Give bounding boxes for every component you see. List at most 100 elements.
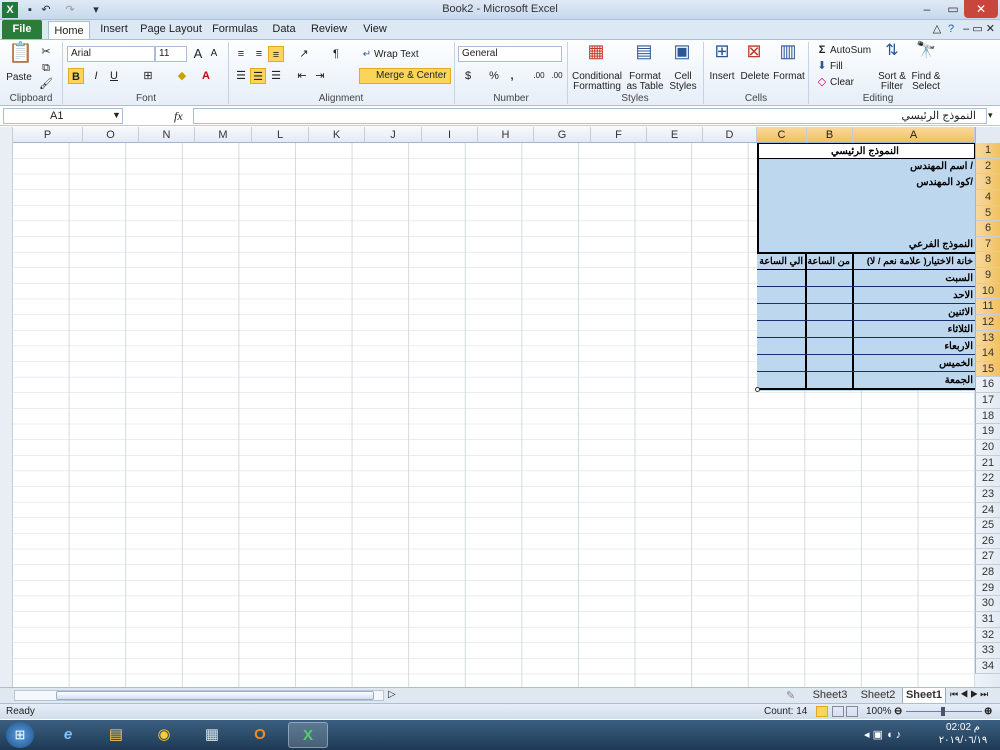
- expand-formula-icon[interactable]: ▾: [988, 110, 993, 121]
- clear-button[interactable]: Clear: [830, 77, 860, 88]
- column-header[interactable]: I: [422, 127, 478, 143]
- row-header[interactable]: 12: [975, 314, 1000, 331]
- tab-data[interactable]: Data: [268, 20, 300, 39]
- cell-a9[interactable]: السبت: [854, 271, 975, 286]
- tray-icons[interactable]: ◂ ▣ ◖ ♪: [864, 728, 901, 741]
- zoom-thumb[interactable]: [941, 707, 945, 716]
- row-header[interactable]: 1: [975, 143, 1000, 159]
- cell-styles-icon[interactable]: ▣: [670, 42, 694, 68]
- row-header[interactable]: 30: [975, 596, 1000, 612]
- autosum-button[interactable]: AutoSum: [830, 45, 874, 56]
- minimize-button[interactable]: –: [914, 0, 940, 18]
- selected-range[interactable]: النموذج الرئيسي اسم المهندس / كود المهند…: [755, 143, 975, 392]
- column-header[interactable]: E: [647, 127, 703, 143]
- cell-a13[interactable]: الاربعاء: [854, 339, 975, 354]
- delete-cells-button[interactable]: Delete: [738, 71, 772, 82]
- zoom-out-icon[interactable]: ⊖: [894, 704, 902, 719]
- tab-insert[interactable]: Insert: [96, 20, 132, 39]
- scroll-thumb[interactable]: [56, 691, 374, 700]
- sort-filter-label-2[interactable]: Filter: [876, 81, 908, 92]
- increase-decimal-button[interactable]: .00: [530, 68, 548, 84]
- column-header[interactable]: D: [703, 127, 757, 143]
- cell-a8[interactable]: خانة الاختيار( علامة نعم / لا): [854, 254, 975, 269]
- sheet-nav-icon[interactable]: ⏮◀▶⏭: [950, 689, 998, 700]
- wrap-text-button[interactable]: Wrap Text: [374, 49, 424, 60]
- column-header[interactable]: H: [478, 127, 534, 143]
- column-header[interactable]: F: [591, 127, 647, 143]
- fill-button[interactable]: Fill: [830, 61, 860, 72]
- name-box-dropdown-icon[interactable]: ▼: [112, 110, 121, 120]
- row-header[interactable]: 4: [975, 189, 1000, 206]
- page-layout-view-icon[interactable]: [832, 706, 844, 717]
- decrease-decimal-button[interactable]: .00: [548, 68, 566, 84]
- clear-icon[interactable]: ◇: [814, 74, 830, 90]
- zoom-in-icon[interactable]: ⊕: [984, 704, 992, 719]
- decrease-indent-icon[interactable]: ⇤: [294, 68, 310, 84]
- close-button[interactable]: ✕: [964, 0, 998, 18]
- insert-cells-icon[interactable]: ⊞: [710, 42, 734, 68]
- row-header[interactable]: 29: [975, 580, 1000, 597]
- calculator-icon[interactable]: ▦: [192, 722, 232, 748]
- column-header[interactable]: P: [13, 127, 83, 143]
- align-center-icon[interactable]: ☰: [250, 68, 266, 84]
- name-box[interactable]: A1: [3, 108, 123, 124]
- italic-button[interactable]: I: [88, 68, 104, 84]
- sheet-tab-active[interactable]: Sheet1: [902, 688, 946, 704]
- orientation-icon[interactable]: ↗: [296, 46, 312, 62]
- text-direction-icon[interactable]: ¶: [328, 46, 344, 62]
- normal-view-icon[interactable]: [816, 706, 828, 717]
- fill-handle[interactable]: [755, 387, 760, 392]
- shrink-font-button[interactable]: A: [206, 46, 222, 62]
- align-bottom-icon[interactable]: ≡: [268, 46, 284, 62]
- minimize-ribbon-icon[interactable]: △: [930, 20, 944, 39]
- conditional-formatting-icon[interactable]: ▦: [584, 42, 608, 68]
- row-header[interactable]: 8: [975, 252, 1000, 269]
- row-header[interactable]: 26: [975, 533, 1000, 550]
- scroll-arrow-icon[interactable]: ▷: [388, 689, 396, 700]
- row-header[interactable]: 2: [975, 158, 1000, 175]
- column-header[interactable]: B: [807, 127, 853, 143]
- tab-home[interactable]: Home: [48, 21, 90, 40]
- align-left-icon[interactable]: ☰: [233, 68, 249, 84]
- column-header[interactable]: G: [534, 127, 591, 143]
- row-header[interactable]: 20: [975, 440, 1000, 456]
- cell-a3[interactable]: كود المهندس/: [817, 175, 975, 190]
- percent-style-button[interactable]: %: [486, 68, 502, 84]
- row-header[interactable]: 7: [975, 236, 1000, 253]
- tab-view[interactable]: View: [358, 20, 392, 39]
- insert-function-button[interactable]: fx: [174, 109, 183, 124]
- font-color-icon[interactable]: A: [198, 68, 214, 84]
- cell-a2[interactable]: اسم المهندس /: [817, 159, 975, 174]
- format-cells-button[interactable]: Format: [772, 71, 806, 82]
- autosum-icon[interactable]: Σ: [814, 42, 830, 58]
- paste-icon[interactable]: 📋: [8, 43, 33, 68]
- zoom-level[interactable]: 100%: [866, 704, 892, 719]
- start-button-icon[interactable]: ⊞: [6, 722, 34, 748]
- cell-c8[interactable]: الي الساعة: [758, 254, 805, 269]
- cell-a11[interactable]: الاثنين: [854, 305, 975, 320]
- cell-a10[interactable]: الاحد: [854, 288, 975, 303]
- row-header[interactable]: 10: [975, 283, 1000, 300]
- row-header[interactable]: 6: [975, 221, 1000, 237]
- row-header[interactable]: 13: [975, 330, 1000, 347]
- row-header[interactable]: 16: [975, 377, 1000, 394]
- row-header[interactable]: 17: [975, 393, 1000, 409]
- bold-button[interactable]: B: [68, 68, 84, 84]
- grow-font-button[interactable]: A: [190, 46, 206, 62]
- sort-filter-icon[interactable]: ⇅: [880, 42, 904, 66]
- cell-b8[interactable]: من الساعة: [807, 254, 852, 269]
- wrap-text-icon[interactable]: ↵: [360, 46, 374, 60]
- column-header[interactable]: A: [853, 127, 975, 143]
- row-header[interactable]: 27: [975, 549, 1000, 566]
- cut-icon[interactable]: ✂: [38, 44, 54, 60]
- tab-file[interactable]: File: [2, 20, 42, 39]
- row-header[interactable]: 15: [975, 361, 1000, 378]
- cell-a12[interactable]: الثلاثاء: [854, 322, 975, 337]
- insert-cells-button[interactable]: Insert: [706, 71, 738, 82]
- paste-button[interactable]: Paste: [4, 72, 34, 83]
- align-middle-icon[interactable]: ≡: [251, 46, 267, 62]
- row-header[interactable]: 33: [975, 643, 1000, 659]
- increase-indent-icon[interactable]: ⇥: [312, 68, 328, 84]
- font-name-combo[interactable]: Arial: [67, 46, 155, 62]
- row-header[interactable]: 3: [975, 174, 1000, 190]
